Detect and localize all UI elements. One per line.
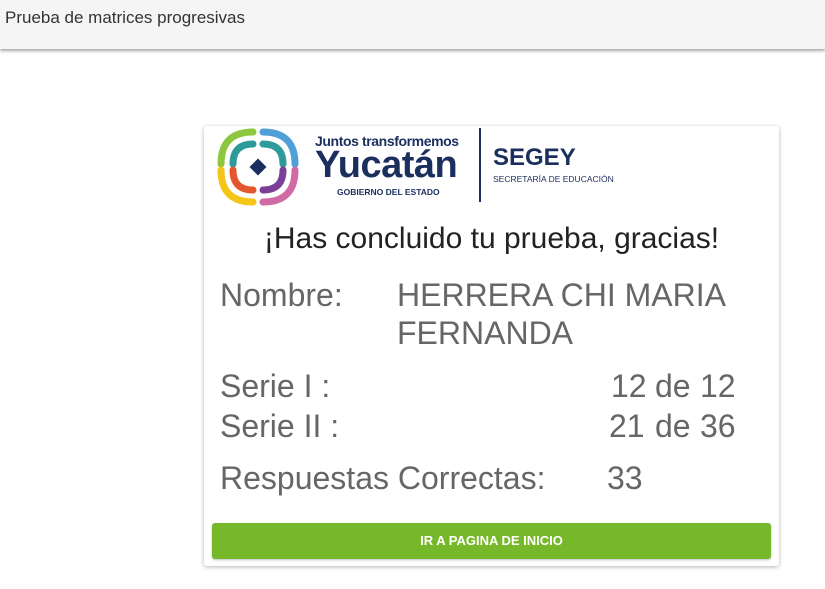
yucatan-emblem-icon <box>217 128 299 206</box>
correct-label: Respuestas Correctas: <box>220 460 546 496</box>
serie1-of: de <box>655 368 691 404</box>
name-label: Nombre: <box>220 277 343 313</box>
serie2-label: Serie II : <box>220 408 340 444</box>
serie2-score: 21 <box>609 408 645 444</box>
serie2-total: 36 <box>700 408 736 444</box>
app-title: Prueba de matrices progresivas <box>5 8 246 27</box>
segey-subtitle: SECRETARÍA DE EDUCACIÓN <box>493 174 614 184</box>
correct-value: 33 <box>607 460 643 496</box>
serie1-score: 12 <box>611 368 647 404</box>
app-bar: Prueba de matrices progresivas <box>0 0 825 49</box>
logo-name: Yucatán <box>315 144 458 186</box>
segey-title: SEGEY <box>493 144 576 171</box>
serie2-of: de <box>655 408 691 444</box>
logo-divider <box>479 128 481 202</box>
name-value: HERRERA CHI MARIA FERNANDA <box>397 277 725 351</box>
result-card: Juntos transformemos Yucatán GOBIERNO DE… <box>204 126 779 566</box>
yucatan-logo: Juntos transformemos Yucatán GOBIERNO DE… <box>215 126 635 206</box>
serie1-label: Serie I : <box>220 368 331 404</box>
completion-heading: ¡Has concluido tu prueba, gracias! <box>263 222 720 255</box>
home-button[interactable]: IR A PAGINA DE INICIO <box>212 523 771 559</box>
serie1-total: 12 <box>700 368 736 404</box>
logo-subtitle: GOBIERNO DEL ESTADO <box>337 187 440 197</box>
